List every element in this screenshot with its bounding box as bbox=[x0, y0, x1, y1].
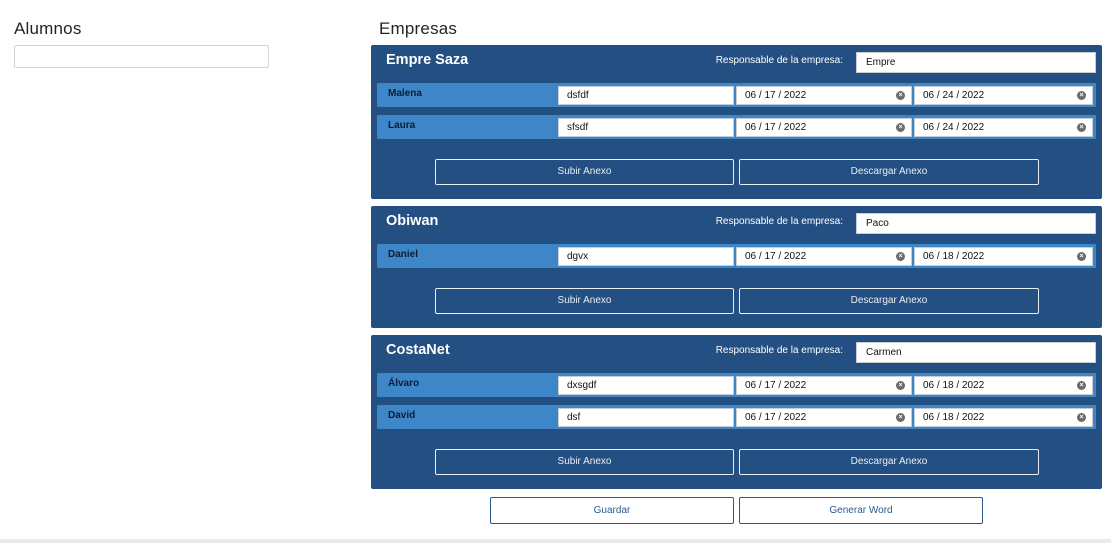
end-date-input[interactable]: 06 / 24 / 2022 × bbox=[914, 86, 1093, 105]
student-row: Malena dsfdf 06 / 17 / 2022 × 06 / 24 / 2… bbox=[377, 83, 1096, 107]
alumnos-title: Alumnos bbox=[14, 19, 82, 38]
company-name: Obiwan bbox=[386, 213, 439, 229]
clear-icon[interactable]: × bbox=[896, 381, 905, 390]
alumnos-panel: Alumnos bbox=[14, 18, 272, 68]
company-name: CostaNet bbox=[386, 342, 450, 358]
clear-icon[interactable]: × bbox=[896, 252, 905, 261]
student-text-input[interactable]: dxsgdf bbox=[558, 376, 734, 395]
end-date-value: 06 / 24 / 2022 bbox=[923, 122, 985, 133]
student-text-input[interactable]: dsfdf bbox=[558, 86, 734, 105]
company-card: Empre Saza Responsable de la empresa: Em… bbox=[371, 45, 1102, 199]
student-text-input[interactable]: dsf bbox=[558, 408, 734, 427]
start-date-input[interactable]: 06 / 17 / 2022 × bbox=[736, 376, 912, 395]
end-date-value: 06 / 18 / 2022 bbox=[923, 412, 985, 423]
start-date-input[interactable]: 06 / 17 / 2022 × bbox=[736, 247, 912, 266]
bottom-divider bbox=[0, 539, 1111, 543]
student-row: Daniel dgvx 06 / 17 / 2022 × 06 / 18 / 20… bbox=[377, 244, 1096, 268]
empresas-panel: Empresas Empre Saza Responsable de la em… bbox=[371, 18, 1102, 537]
annex-buttons: Subir Anexo Descargar Anexo bbox=[377, 437, 1096, 489]
descargar-anexo-button[interactable]: Descargar Anexo bbox=[739, 159, 1039, 185]
responsable-input[interactable]: Paco bbox=[856, 213, 1096, 234]
end-date-value: 06 / 24 / 2022 bbox=[923, 90, 985, 101]
student-name: David bbox=[388, 410, 416, 421]
footer-buttons: Guardar Generar Word bbox=[371, 497, 1102, 537]
student-row: Laura sfsdf 06 / 17 / 2022 × 06 / 24 / 20… bbox=[377, 115, 1096, 139]
clear-icon[interactable]: × bbox=[896, 123, 905, 132]
responsable-input[interactable]: Carmen bbox=[856, 342, 1096, 363]
start-date-value: 06 / 17 / 2022 bbox=[745, 90, 807, 101]
start-date-input[interactable]: 06 / 17 / 2022 × bbox=[736, 118, 912, 137]
end-date-value: 06 / 18 / 2022 bbox=[923, 380, 985, 391]
student-row: David dsf 06 / 17 / 2022 × 06 / 18 / 2022… bbox=[377, 405, 1096, 429]
start-date-value: 06 / 17 / 2022 bbox=[745, 251, 807, 262]
end-date-input[interactable]: 06 / 24 / 2022 × bbox=[914, 118, 1093, 137]
student-name: Daniel bbox=[388, 249, 419, 260]
company-header: Obiwan Responsable de la empresa: Paco bbox=[377, 206, 1096, 244]
student-text-input[interactable]: dgvx bbox=[558, 247, 734, 266]
clear-icon[interactable]: × bbox=[1077, 252, 1086, 261]
company-header: CostaNet Responsable de la empresa: Carm… bbox=[377, 335, 1096, 373]
company-name: Empre Saza bbox=[386, 52, 469, 68]
clear-icon[interactable]: × bbox=[1077, 381, 1086, 390]
clear-icon[interactable]: × bbox=[1077, 413, 1086, 422]
responsable-label: Responsable de la empresa: bbox=[715, 345, 843, 356]
company-card: Obiwan Responsable de la empresa: Paco D… bbox=[371, 206, 1102, 328]
annex-buttons: Subir Anexo Descargar Anexo bbox=[377, 147, 1096, 199]
student-name: Laura bbox=[388, 120, 416, 131]
responsable-input[interactable]: Empre bbox=[856, 52, 1096, 73]
subir-anexo-button[interactable]: Subir Anexo bbox=[435, 159, 734, 185]
annex-buttons: Subir Anexo Descargar Anexo bbox=[377, 276, 1096, 328]
start-date-value: 06 / 17 / 2022 bbox=[745, 412, 807, 423]
company-card: CostaNet Responsable de la empresa: Carm… bbox=[371, 335, 1102, 489]
responsable-label: Responsable de la empresa: bbox=[715, 55, 843, 66]
end-date-input[interactable]: 06 / 18 / 2022 × bbox=[914, 247, 1093, 266]
empresas-title: Empresas bbox=[379, 19, 458, 38]
start-date-input[interactable]: 06 / 17 / 2022 × bbox=[736, 86, 912, 105]
start-date-value: 06 / 17 / 2022 bbox=[745, 380, 807, 391]
clear-icon[interactable]: × bbox=[896, 413, 905, 422]
start-date-input[interactable]: 06 / 17 / 2022 × bbox=[736, 408, 912, 427]
student-text-input[interactable]: sfsdf bbox=[558, 118, 734, 137]
student-name: Álvaro bbox=[388, 378, 420, 389]
descargar-anexo-button[interactable]: Descargar Anexo bbox=[739, 288, 1039, 314]
clear-icon[interactable]: × bbox=[896, 91, 905, 100]
responsable-label: Responsable de la empresa: bbox=[715, 216, 843, 227]
subir-anexo-button[interactable]: Subir Anexo bbox=[435, 449, 734, 475]
start-date-value: 06 / 17 / 2022 bbox=[745, 122, 807, 133]
student-name: Malena bbox=[388, 88, 422, 99]
subir-anexo-button[interactable]: Subir Anexo bbox=[435, 288, 734, 314]
guardar-button[interactable]: Guardar bbox=[490, 497, 734, 524]
clear-icon[interactable]: × bbox=[1077, 123, 1086, 132]
company-header: Empre Saza Responsable de la empresa: Em… bbox=[377, 45, 1096, 83]
descargar-anexo-button[interactable]: Descargar Anexo bbox=[739, 449, 1039, 475]
alumnos-search-input[interactable] bbox=[14, 45, 269, 68]
generar-word-button[interactable]: Generar Word bbox=[739, 497, 983, 524]
end-date-input[interactable]: 06 / 18 / 2022 × bbox=[914, 408, 1093, 427]
end-date-input[interactable]: 06 / 18 / 2022 × bbox=[914, 376, 1093, 395]
student-row: Álvaro dxsgdf 06 / 17 / 2022 × 06 / 18 / … bbox=[377, 373, 1096, 397]
clear-icon[interactable]: × bbox=[1077, 91, 1086, 100]
end-date-value: 06 / 18 / 2022 bbox=[923, 251, 985, 262]
